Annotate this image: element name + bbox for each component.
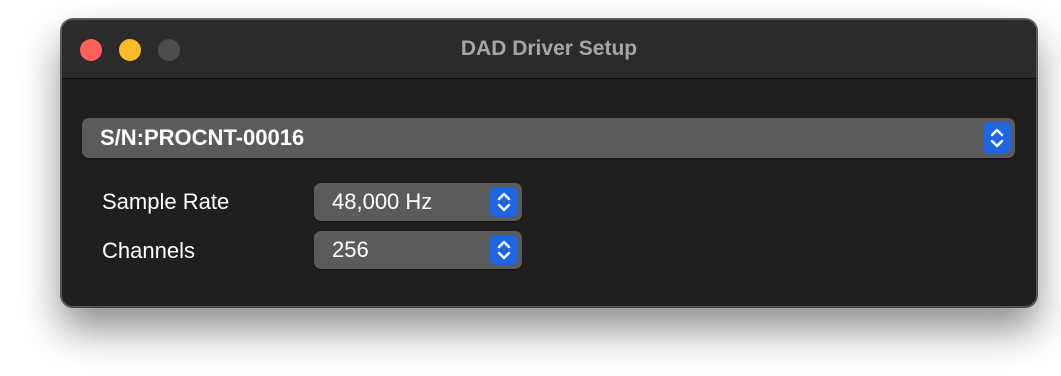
window-title: DAD Driver Setup — [460, 37, 638, 60]
device-select[interactable]: S/N:PROCNT-00016 — [82, 118, 1015, 158]
driver-setup-window: DAD Driver Setup S/N:PROCNT-00016 Sample… — [61, 19, 1037, 307]
channels-label: Channels — [102, 238, 195, 263]
sample-rate-select[interactable]: 48,000 Hz — [314, 183, 522, 221]
sample-rate-label: Sample Rate — [102, 189, 230, 214]
device-select-value: S/N:PROCNT-00016 — [100, 125, 305, 150]
sample-rate-value: 48,000 Hz — [332, 189, 433, 214]
chevron-up-down-icon — [490, 235, 518, 265]
chevron-up-down-icon — [490, 187, 518, 217]
chevron-up-down-icon — [983, 122, 1011, 154]
channels-select[interactable]: 256 — [314, 231, 522, 269]
channels-value: 256 — [332, 237, 369, 262]
title-bar[interactable]: DAD Driver Setup — [62, 20, 1036, 79]
